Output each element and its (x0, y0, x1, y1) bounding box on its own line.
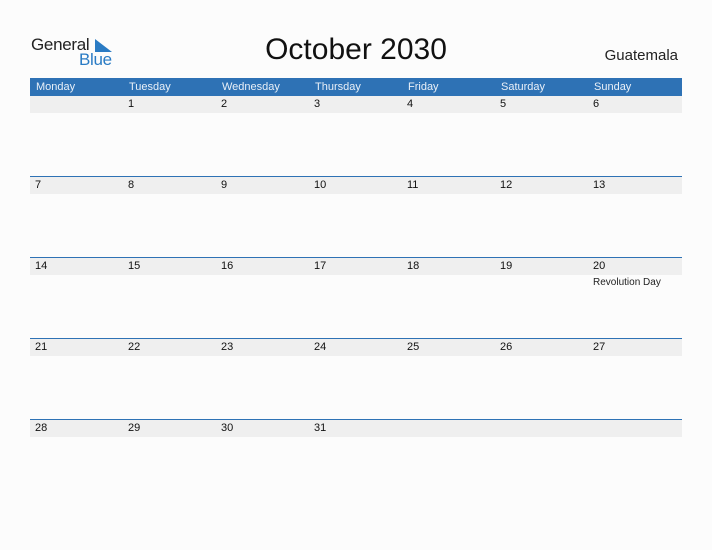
day-number: 16 (221, 260, 234, 272)
day-number: 8 (128, 179, 135, 191)
day-cell: 11 (402, 177, 495, 258)
weekday-header: Monday Tuesday Wednesday Thursday Friday… (30, 78, 682, 96)
day-cell: 31 (309, 420, 402, 501)
day-number: 12 (500, 179, 513, 191)
day-number: 20 (593, 260, 606, 272)
week-row: 14 15 16 17 18 19 20 Revolution Day (30, 257, 682, 339)
day-cell: 8 (123, 177, 216, 258)
day-cell: 5 (495, 96, 588, 177)
day-number: 15 (128, 260, 141, 272)
weekday-monday: Monday (36, 81, 76, 93)
day-cell: 19 (495, 258, 588, 339)
day-cell: 27 (588, 339, 681, 420)
day-number: 19 (500, 260, 513, 272)
day-number: 7 (35, 179, 42, 191)
weekday-friday: Friday (408, 81, 439, 93)
day-number: 26 (500, 341, 513, 353)
day-number: 27 (593, 341, 606, 353)
day-number: 4 (407, 98, 414, 110)
weekday-thursday: Thursday (315, 81, 361, 93)
day-number: 11 (407, 179, 419, 191)
day-number: 13 (593, 179, 606, 191)
day-cell: 12 (495, 177, 588, 258)
weekday-tuesday: Tuesday (129, 81, 171, 93)
day-cell: 2 (216, 96, 309, 177)
day-number: 24 (314, 341, 327, 353)
day-number: 30 (221, 422, 234, 434)
day-number: 9 (221, 179, 228, 191)
day-cell: 14 (30, 258, 123, 339)
week-row: 28 29 30 31 (30, 419, 682, 501)
day-number: 17 (314, 260, 327, 272)
day-cell: 9 (216, 177, 309, 258)
day-cell: 23 (216, 339, 309, 420)
day-cell: 17 (309, 258, 402, 339)
week-row: 1 2 3 4 5 6 (30, 96, 682, 177)
day-cell (588, 420, 681, 501)
week-row: 21 22 23 24 25 26 27 (30, 338, 682, 420)
day-number: 3 (314, 98, 321, 110)
day-cell (402, 420, 495, 501)
day-cell: 25 (402, 339, 495, 420)
day-cell: 30 (216, 420, 309, 501)
day-number: 23 (221, 341, 234, 353)
day-cell: 15 (123, 258, 216, 339)
day-cell: 4 (402, 96, 495, 177)
weekday-sunday: Sunday (594, 81, 632, 93)
day-cell: 13 (588, 177, 681, 258)
day-cell: 28 (30, 420, 123, 501)
day-number: 10 (314, 179, 327, 191)
day-number: 28 (35, 422, 48, 434)
day-cell: 16 (216, 258, 309, 339)
day-number: 5 (500, 98, 507, 110)
day-number: 6 (593, 98, 600, 110)
day-number: 1 (128, 98, 135, 110)
weekday-saturday: Saturday (501, 81, 546, 93)
country-label: Guatemala (604, 47, 678, 64)
day-cell: 18 (402, 258, 495, 339)
day-number: 14 (35, 260, 48, 272)
weekday-wednesday: Wednesday (222, 81, 280, 93)
day-cell: 7 (30, 177, 123, 258)
day-number: 22 (128, 341, 141, 353)
day-cell: 29 (123, 420, 216, 501)
day-cell: 6 (588, 96, 681, 177)
day-cell: 20 Revolution Day (588, 258, 681, 339)
day-cell: 26 (495, 339, 588, 420)
day-number: 21 (35, 341, 48, 353)
day-number: 29 (128, 422, 141, 434)
day-cell: 10 (309, 177, 402, 258)
holiday-label: Revolution Day (593, 277, 661, 288)
day-number: 2 (221, 98, 228, 110)
day-number: 31 (314, 422, 327, 434)
day-cell: 24 (309, 339, 402, 420)
day-cell (30, 96, 123, 177)
day-number: 18 (407, 260, 420, 272)
week-row: 7 8 9 10 11 12 13 (30, 176, 682, 258)
day-cell (495, 420, 588, 501)
day-cell: 1 (123, 96, 216, 177)
day-cell: 21 (30, 339, 123, 420)
day-cell: 22 (123, 339, 216, 420)
day-number: 25 (407, 341, 420, 353)
day-cell: 3 (309, 96, 402, 177)
